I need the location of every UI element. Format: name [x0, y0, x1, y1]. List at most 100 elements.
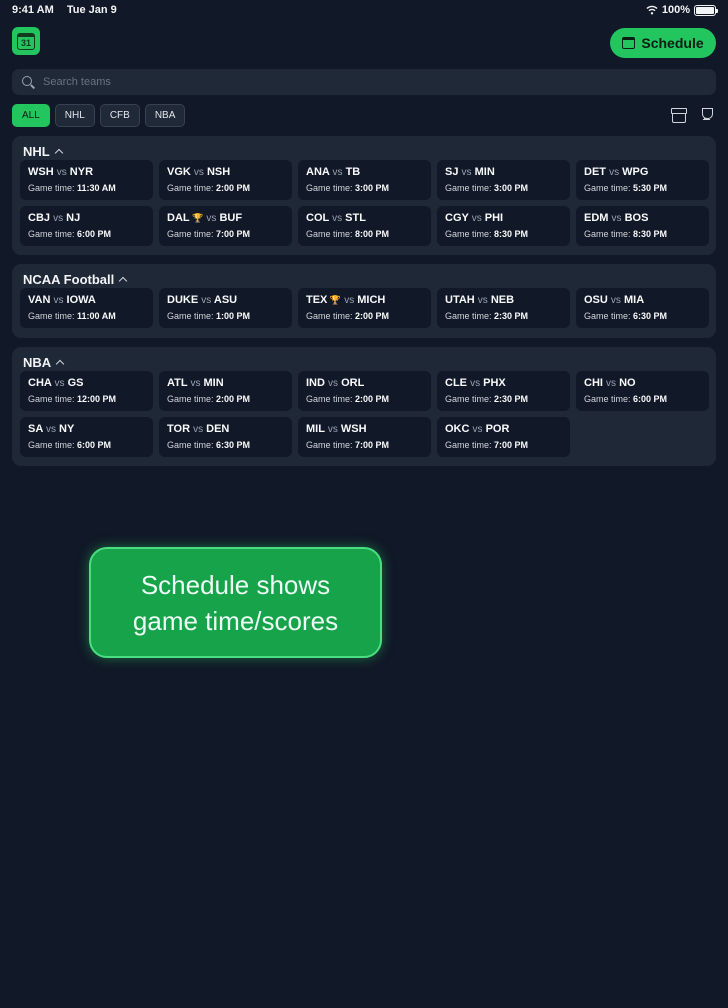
- away-team: NY: [59, 423, 75, 435]
- game-card[interactable]: OKC vs POR Game time: 7:00 PM: [437, 417, 570, 457]
- game-card[interactable]: DUKE vs ASU Game time: 1:00 PM: [159, 288, 292, 328]
- search-icon: [22, 75, 35, 89]
- game-time: Game time: 11:30 AM: [28, 183, 145, 193]
- away-team: BOS: [624, 212, 649, 224]
- game-card[interactable]: CHA vs GS Game time: 12:00 PM: [20, 371, 153, 411]
- games-grid: WSH vs NYR Game time: 11:30 AM VGK vs NSH G…: [20, 160, 709, 246]
- game-card[interactable]: DET vs WPG Game time: 5:30 PM: [576, 160, 709, 200]
- schedule-button[interactable]: Schedule: [610, 28, 716, 58]
- section-title: NBA: [23, 355, 52, 370]
- away-team: BUF: [219, 212, 243, 224]
- game-time-value: 2:30 PM: [494, 394, 529, 404]
- game-time: Game time: 5:30 PM: [584, 183, 701, 193]
- game-time: Game time: 2:00 PM: [306, 394, 423, 404]
- search-bar[interactable]: [12, 69, 716, 95]
- game-card[interactable]: ATL vs MIN Game time: 2:00 PM: [159, 371, 292, 411]
- matchup: ATL vs MIN: [167, 376, 284, 391]
- game-time-label: Game time:: [167, 229, 214, 239]
- matchup: COL vs STL: [306, 211, 423, 226]
- filter-chip-nba[interactable]: NBA: [144, 104, 186, 127]
- away-team: MIA: [623, 294, 645, 306]
- game-time-label: Game time:: [167, 440, 214, 450]
- league-filter-chips: ALL NHL CFB NBA: [12, 104, 186, 127]
- game-card[interactable]: COL vs STL Game time: 8:00 PM: [298, 206, 431, 246]
- game-time-value: 6:30 PM: [216, 440, 251, 450]
- game-card[interactable]: ANA vs TB Game time: 3:00 PM: [298, 160, 431, 200]
- game-time-value: 8:30 PM: [494, 229, 529, 239]
- game-card[interactable]: IND vs ORL Game time: 2:00 PM: [298, 371, 431, 411]
- away-team: WPG: [622, 166, 649, 178]
- game-card[interactable]: CLE vs PHX Game time: 2:30 PM: [437, 371, 570, 411]
- game-time: Game time: 7:00 PM: [167, 229, 284, 239]
- section-header[interactable]: NCAA Football: [23, 272, 128, 287]
- section-header[interactable]: NBA: [23, 355, 65, 370]
- vs-label: vs: [193, 167, 204, 178]
- away-team: NEB: [490, 294, 515, 306]
- section-header[interactable]: NHL: [23, 144, 63, 159]
- game-card[interactable]: CBJ vs NJ Game time: 6:00 PM: [20, 206, 153, 246]
- game-card[interactable]: OSU vs MIA Game time: 6:30 PM: [576, 288, 709, 328]
- filter-chip-nhl[interactable]: NHL: [54, 104, 95, 127]
- away-team: DEN: [206, 423, 230, 435]
- game-time-label: Game time:: [167, 311, 214, 321]
- game-time-value: 2:00 PM: [216, 394, 251, 404]
- game-time-label: Game time:: [28, 183, 75, 193]
- game-time: Game time: 6:00 PM: [28, 229, 145, 239]
- chevron-up-icon: [55, 359, 65, 369]
- game-time-value: 6:00 PM: [77, 440, 112, 450]
- home-team: IND: [306, 377, 325, 389]
- game-time-value: 8:00 PM: [355, 229, 390, 239]
- filter-chip-all[interactable]: ALL: [12, 104, 50, 127]
- game-time: Game time: 2:00 PM: [306, 311, 423, 321]
- matchup: DUKE vs ASU: [167, 293, 284, 308]
- game-time-label: Game time:: [445, 311, 492, 321]
- away-team: GS: [67, 377, 84, 389]
- game-card[interactable]: WSH vs NYR Game time: 11:30 AM: [20, 160, 153, 200]
- away-team: WSH: [340, 423, 367, 435]
- battery-icon: [694, 4, 718, 16]
- trophy-icon[interactable]: [699, 108, 714, 123]
- home-team: CHA: [28, 377, 52, 389]
- game-time-label: Game time:: [584, 229, 631, 239]
- game-card[interactable]: SA vs NY Game time: 6:00 PM: [20, 417, 153, 457]
- game-time: Game time: 12:00 PM: [28, 394, 145, 404]
- game-time: Game time: 2:00 PM: [167, 183, 284, 193]
- game-card[interactable]: CGY vs PHI Game time: 8:30 PM: [437, 206, 570, 246]
- calendar-icon: [622, 37, 636, 49]
- away-team: MICH: [357, 294, 386, 306]
- vs-label: vs: [193, 424, 204, 435]
- game-time: Game time: 8:00 PM: [306, 229, 423, 239]
- game-card[interactable]: EDM vs BOS Game time: 8:30 PM: [576, 206, 709, 246]
- vs-label: vs: [477, 295, 488, 306]
- matchup: WSH vs NYR: [28, 165, 145, 180]
- calendar-icon: 31: [17, 32, 35, 50]
- game-card[interactable]: TEX 🏆 vs MICH Game time: 2:00 PM: [298, 288, 431, 328]
- vs-label: vs: [190, 378, 201, 389]
- game-card[interactable]: MIL vs WSH Game time: 7:00 PM: [298, 417, 431, 457]
- game-card[interactable]: SJ vs MIN Game time: 3:00 PM: [437, 160, 570, 200]
- filter-chip-cfb[interactable]: CFB: [99, 104, 140, 127]
- home-team: SA: [28, 423, 43, 435]
- away-team: ASU: [213, 294, 238, 306]
- game-card[interactable]: VGK vs NSH Game time: 2:00 PM: [159, 160, 292, 200]
- game-card[interactable]: TOR vs DEN Game time: 6:30 PM: [159, 417, 292, 457]
- away-team: POR: [485, 423, 510, 435]
- game-card[interactable]: CHI vs NO Game time: 6:00 PM: [576, 371, 709, 411]
- game-time: Game time: 11:00 AM: [28, 311, 145, 321]
- home-team: SJ: [445, 166, 459, 178]
- home-team: COL: [306, 212, 330, 224]
- game-time-value: 6:00 PM: [633, 394, 668, 404]
- archive-icon[interactable]: [671, 108, 687, 123]
- calendar-app-icon[interactable]: 31: [12, 27, 40, 55]
- matchup: VAN vs IOWA: [28, 293, 145, 308]
- home-team: CHI: [584, 377, 603, 389]
- game-card[interactable]: VAN vs IOWA Game time: 11:00 AM: [20, 288, 153, 328]
- game-card[interactable]: DAL 🏆 vs BUF Game time: 7:00 PM: [159, 206, 292, 246]
- game-time-value: 7:00 PM: [355, 440, 390, 450]
- away-team: MIN: [203, 377, 224, 389]
- game-card[interactable]: UTAH vs NEB Game time: 2:30 PM: [437, 288, 570, 328]
- search-input[interactable]: [43, 76, 643, 88]
- trophy-icon: 🏆: [189, 213, 204, 223]
- game-time-value: 1:00 PM: [216, 311, 251, 321]
- game-time-value: 7:00 PM: [494, 440, 529, 450]
